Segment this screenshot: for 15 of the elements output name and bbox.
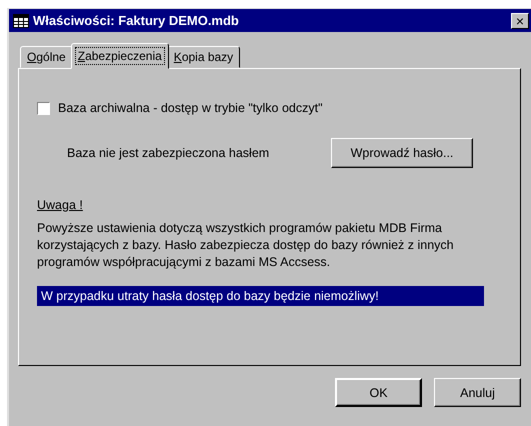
table-icon	[13, 14, 29, 28]
checkbox-label: Baza archiwalna - dostęp w trybie "tylko odczyt"	[58, 101, 323, 115]
tab[interactable]: Zabezpieczenia	[70, 43, 169, 69]
warning-text: W przypadku utraty hasła dostęp do bazy będzie niemożliwy!	[37, 286, 484, 306]
note-heading: Uwaga !	[37, 198, 83, 212]
window-title: Właściwości: Faktury DEMO.mdb	[33, 13, 240, 28]
tab[interactable]: Kopia bazy	[166, 46, 240, 68]
set-password-button[interactable]: Wprowadź hasło...	[331, 138, 473, 168]
dialog-button[interactable]: Anuluj	[434, 378, 521, 407]
checkbox[interactable]	[37, 102, 50, 114]
note-text: Powyższe ustawienia dotyczą wszystkich programów pakietu MDB Firma korzystających z bazy. Hasło zabezpiecza dostęp do bazy również z innych programów współpracującymi z bazami MS Accsess.	[37, 220, 455, 271]
dialog-button[interactable]: OK	[335, 378, 422, 407]
tab[interactable]: Ogólne	[20, 46, 73, 68]
close-button[interactable]: ×	[511, 12, 529, 28]
password-status: Baza nie jest zabezpieczona hasłem	[67, 146, 270, 160]
